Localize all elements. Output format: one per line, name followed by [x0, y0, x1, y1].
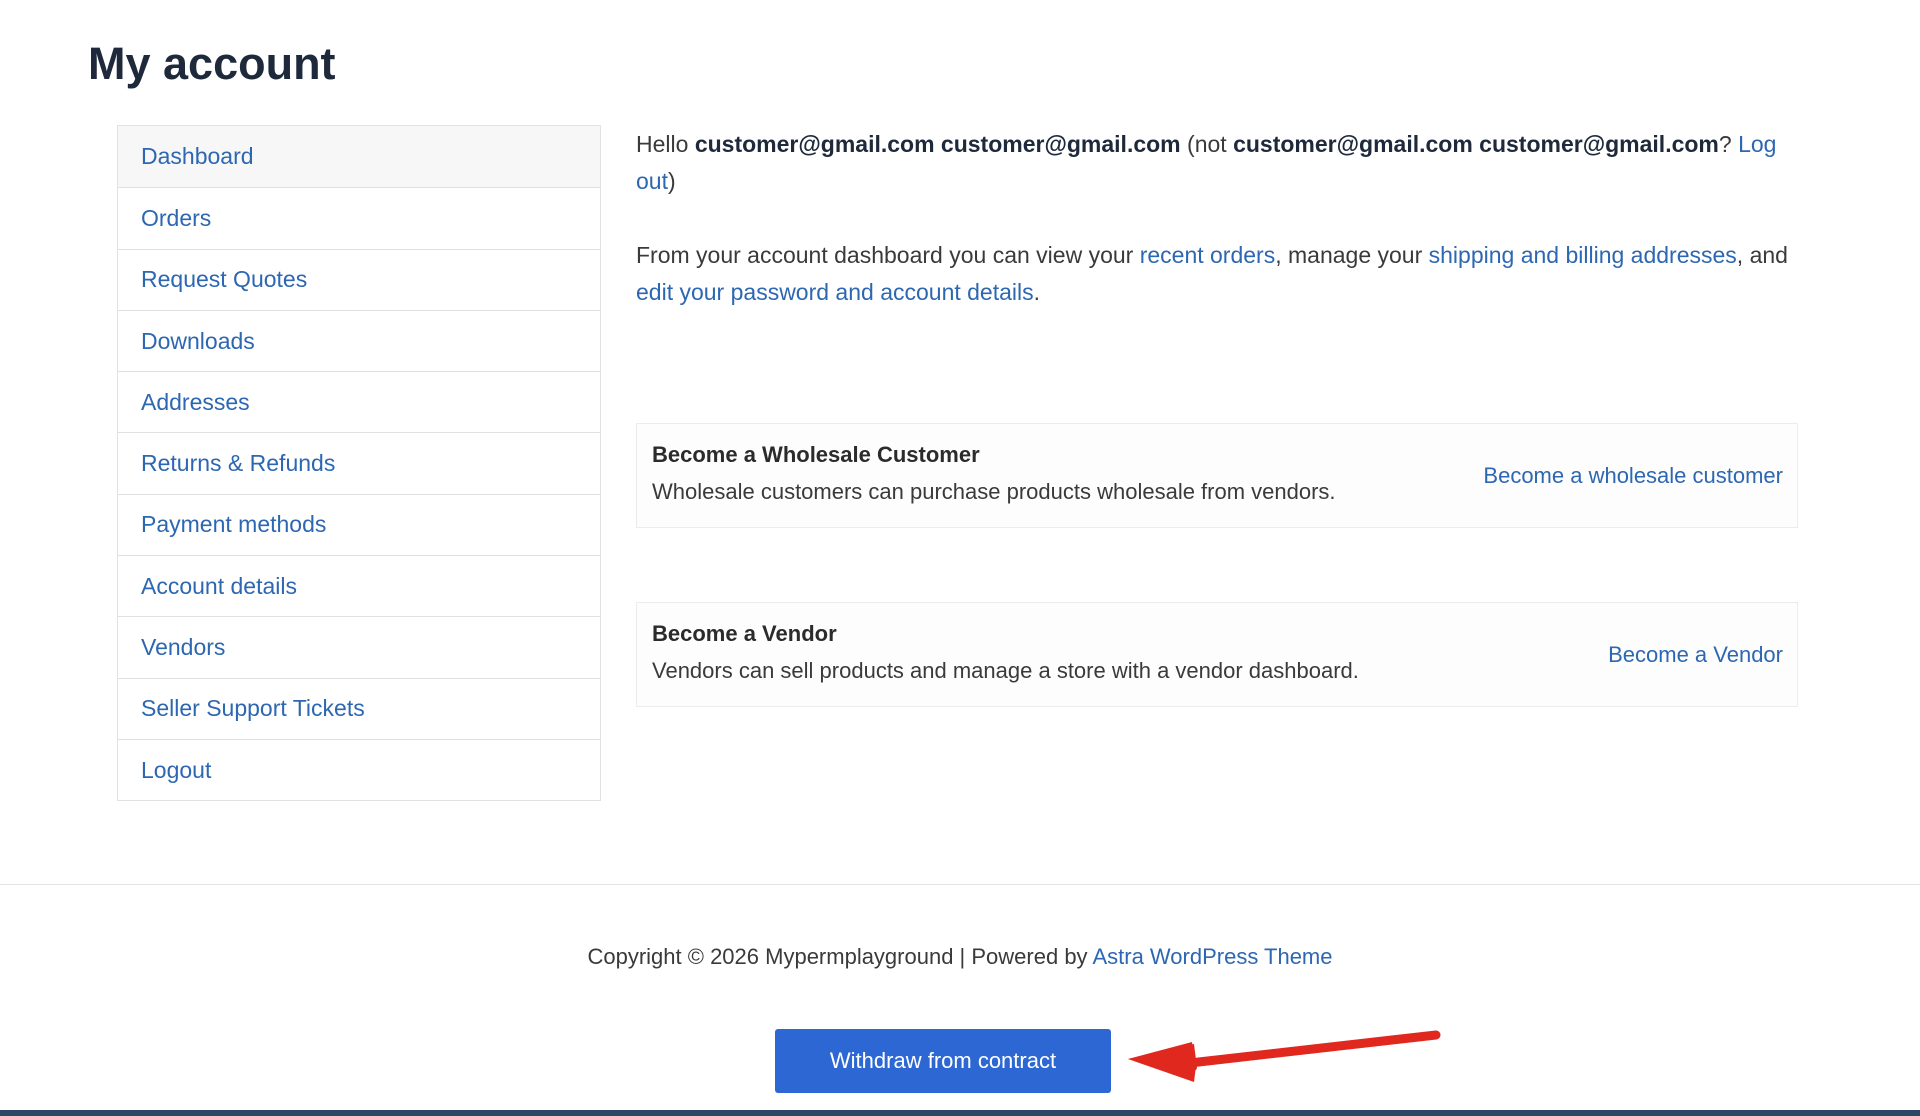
become-vendor-link[interactable]: Become a Vendor [1608, 640, 1783, 670]
intro-text-2: , manage your [1275, 242, 1429, 268]
become-wholesale-customer-link[interactable]: Become a wholesale customer [1483, 461, 1783, 491]
intro-text-4: . [1033, 279, 1041, 305]
greeting-paragraph: Hello customer@gmail.com customer@gmail.… [636, 126, 1798, 200]
intro-text-1: From your account dashboard you can view… [636, 242, 1140, 268]
nav-item-seller-support-tickets[interactable]: Seller Support Tickets [118, 677, 600, 739]
recent-orders-link[interactable]: recent orders [1140, 242, 1276, 268]
vendor-card-description: Vendors can sell products and manage a s… [652, 658, 1359, 683]
nav-item-vendors[interactable]: Vendors [118, 616, 600, 677]
wholesale-card-title: Become a Wholesale Customer [652, 442, 980, 467]
wholesale-card-description: Wholesale customers can purchase product… [652, 479, 1336, 504]
nav-item-request-quotes[interactable]: Request Quotes [118, 248, 600, 310]
nav-item-payment-methods[interactable]: Payment methods [118, 493, 600, 555]
vendor-card: Become a Vendor Vendors can sell product… [636, 602, 1798, 707]
greeting-question: ? [1718, 131, 1739, 157]
footer-divider [0, 884, 1920, 885]
intro-text-3: , and [1736, 242, 1788, 268]
nav-item-addresses[interactable]: Addresses [118, 371, 600, 432]
wholesale-customer-card: Become a Wholesale Customer Wholesale cu… [636, 423, 1798, 528]
addresses-link[interactable]: shipping and billing addresses [1429, 242, 1737, 268]
nav-item-logout[interactable]: Logout [118, 738, 600, 800]
vendor-card-title: Become a Vendor [652, 621, 837, 646]
greeting-hello: Hello [636, 131, 695, 157]
astra-theme-link[interactable]: Astra WordPress Theme [1092, 944, 1332, 969]
dashboard-content: Hello customer@gmail.com customer@gmail.… [636, 126, 1798, 311]
footer-copyright: Copyright © 2026 Mypermplayground | Powe… [0, 942, 1920, 972]
nav-item-dashboard[interactable]: Dashboard [118, 126, 600, 188]
greeting-not-prefix: (not [1180, 131, 1234, 157]
page-title: My account [88, 38, 336, 89]
nav-item-returns-refunds[interactable]: Returns & Refunds [118, 432, 600, 493]
account-navigation: Dashboard Orders Request Quotes Download… [117, 125, 601, 802]
bottom-bar [0, 1110, 1920, 1116]
dashboard-intro-paragraph: From your account dashboard you can view… [636, 237, 1798, 311]
nav-item-downloads[interactable]: Downloads [118, 309, 600, 371]
nav-item-account-details[interactable]: Account details [118, 555, 600, 616]
greeting-close: ) [667, 168, 676, 194]
nav-item-orders[interactable]: Orders [118, 187, 600, 248]
account-details-link[interactable]: edit your password and account details [636, 279, 1034, 305]
greeting-user-name: customer@gmail.com customer@gmail.com [694, 131, 1181, 157]
copyright-text: Copyright © 2026 Mypermplayground | Powe… [587, 944, 1093, 969]
withdraw-from-contract-button[interactable]: Withdraw from contract [775, 1029, 1111, 1093]
red-arrow-icon [1128, 1030, 1441, 1082]
greeting-not-user: customer@gmail.com customer@gmail.com [1233, 131, 1719, 157]
